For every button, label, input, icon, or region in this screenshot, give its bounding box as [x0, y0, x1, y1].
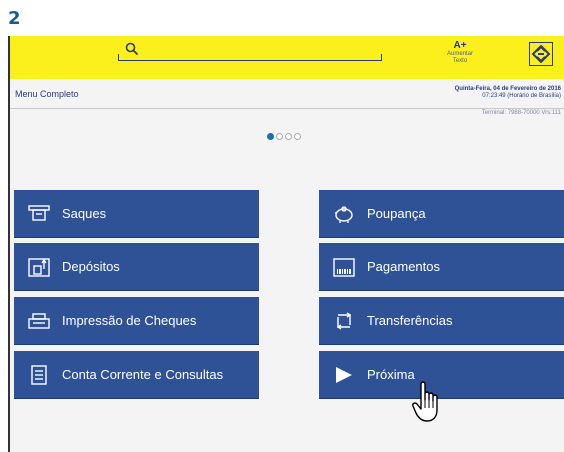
- saques-label: Saques: [62, 206, 107, 221]
- conta-corrente-label: Conta Corrente e Consultas: [62, 367, 224, 382]
- barcode-icon: [333, 258, 355, 277]
- hand-cursor-icon: [412, 381, 438, 422]
- top-bar: A+ Aumentar Texto: [10, 36, 564, 79]
- impressao-cheques-button[interactable]: Impressão de Cheques: [14, 297, 259, 345]
- search-field[interactable]: [118, 44, 382, 61]
- page-indicator: [267, 133, 301, 140]
- piggy-bank-icon: [335, 206, 353, 223]
- saques-button[interactable]: Saques: [14, 190, 259, 238]
- impressao-cheques-label: Impressão de Cheques: [62, 313, 197, 328]
- page-title: Menu Completo: [15, 89, 79, 99]
- terminal-info: Terminal: 7988-70000 Vrs:111: [481, 110, 561, 116]
- depositos-button[interactable]: Depósitos: [14, 243, 259, 291]
- page-dot-2[interactable]: [276, 133, 283, 140]
- increase-text-button[interactable]: A+ Aumentar Texto: [440, 40, 480, 65]
- transfer-icon: [336, 312, 352, 330]
- bank-logo-icon: [529, 42, 553, 66]
- pagamentos-label: Pagamentos: [367, 259, 440, 274]
- poupanca-label: Poupança: [367, 206, 426, 221]
- atm-screen: A+ Aumentar Texto Menu Completo Quinta-F…: [8, 36, 564, 452]
- check-print-icon: [28, 313, 50, 329]
- proxima-label: Próxima: [367, 367, 415, 382]
- conta-corrente-button[interactable]: Conta Corrente e Consultas: [14, 351, 259, 399]
- page-dot-4[interactable]: [294, 133, 301, 140]
- step-number: 2: [8, 8, 21, 29]
- deposit-icon: [28, 258, 50, 277]
- pagamentos-button[interactable]: Pagamentos: [319, 243, 564, 291]
- transferencias-label: Transferências: [367, 313, 453, 328]
- page-dot-1[interactable]: [267, 133, 274, 140]
- font-size-label: A+: [453, 40, 467, 51]
- cash-withdrawal-icon: [28, 205, 50, 221]
- transferencias-button[interactable]: Transferências: [319, 297, 564, 345]
- date-time: Quinta-Feira, 04 de Fevereiro de 2016 07…: [454, 86, 561, 99]
- depositos-label: Depósitos: [62, 259, 120, 274]
- play-icon: [336, 367, 352, 383]
- document-icon: [31, 365, 47, 385]
- divider: [10, 108, 564, 109]
- page-dot-3[interactable]: [285, 133, 292, 140]
- poupanca-button[interactable]: Poupança: [319, 190, 564, 238]
- search-icon[interactable]: [125, 42, 139, 56]
